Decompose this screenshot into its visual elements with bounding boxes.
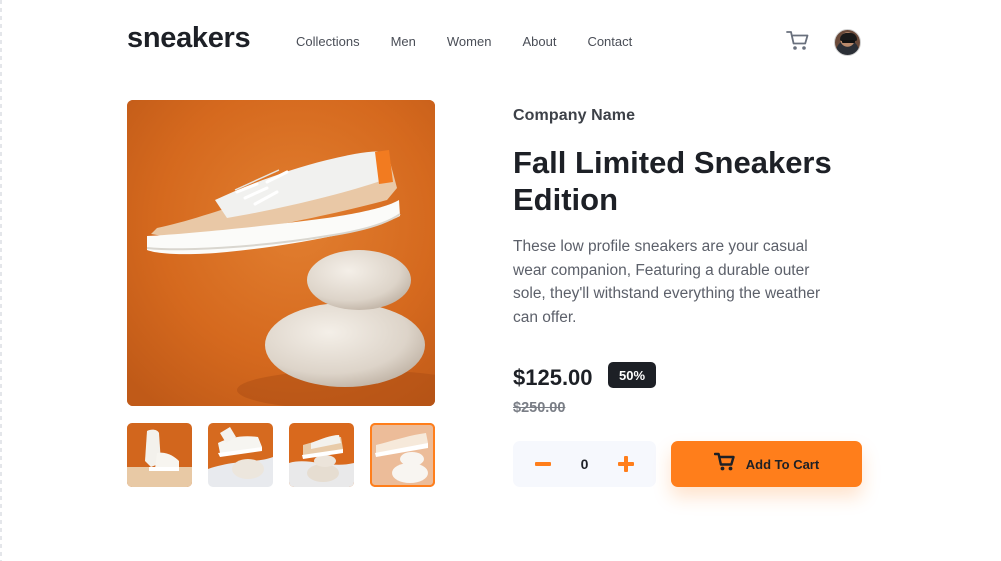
thumbnail-strip bbox=[127, 423, 435, 487]
product-main-image[interactable] bbox=[127, 100, 435, 406]
brand-logo[interactable]: sneakers bbox=[127, 22, 251, 55]
nav-item-collections[interactable]: Collections bbox=[296, 34, 360, 49]
nav-item-women[interactable]: Women bbox=[447, 34, 492, 49]
main-nav: Collections Men Women About Contact bbox=[296, 34, 663, 49]
company-name: Company Name bbox=[513, 107, 636, 124]
thumbnail-1[interactable] bbox=[127, 423, 192, 487]
product-description: These low profile sneakers are your casu… bbox=[513, 238, 821, 326]
minus-icon[interactable] bbox=[534, 455, 552, 473]
original-price: $250.00 bbox=[513, 400, 566, 416]
add-to-cart-button[interactable]: Add To Cart bbox=[671, 441, 862, 487]
nav-item-contact[interactable]: Contact bbox=[587, 34, 632, 49]
quantity-stepper: 0 bbox=[513, 441, 656, 487]
nav-item-men[interactable]: Men bbox=[391, 34, 416, 49]
discount-badge: 50% bbox=[608, 362, 656, 388]
cart-icon[interactable] bbox=[786, 30, 810, 52]
avatar[interactable] bbox=[834, 29, 861, 56]
thumbnail-2[interactable] bbox=[208, 423, 273, 487]
add-to-cart-label: Add To Cart bbox=[745, 456, 820, 472]
nav-item-about[interactable]: About bbox=[522, 34, 556, 49]
plus-icon[interactable] bbox=[617, 455, 635, 473]
thumbnail-3[interactable] bbox=[289, 423, 354, 487]
cart-button-icon bbox=[713, 452, 736, 477]
quantity-value: 0 bbox=[580, 456, 589, 472]
thumbnail-4-selected[interactable] bbox=[370, 423, 435, 487]
product-title: Fall Limited Sneakers Edition bbox=[513, 145, 832, 217]
current-price: $125.00 bbox=[513, 365, 593, 390]
page-edge-divider bbox=[0, 0, 2, 561]
